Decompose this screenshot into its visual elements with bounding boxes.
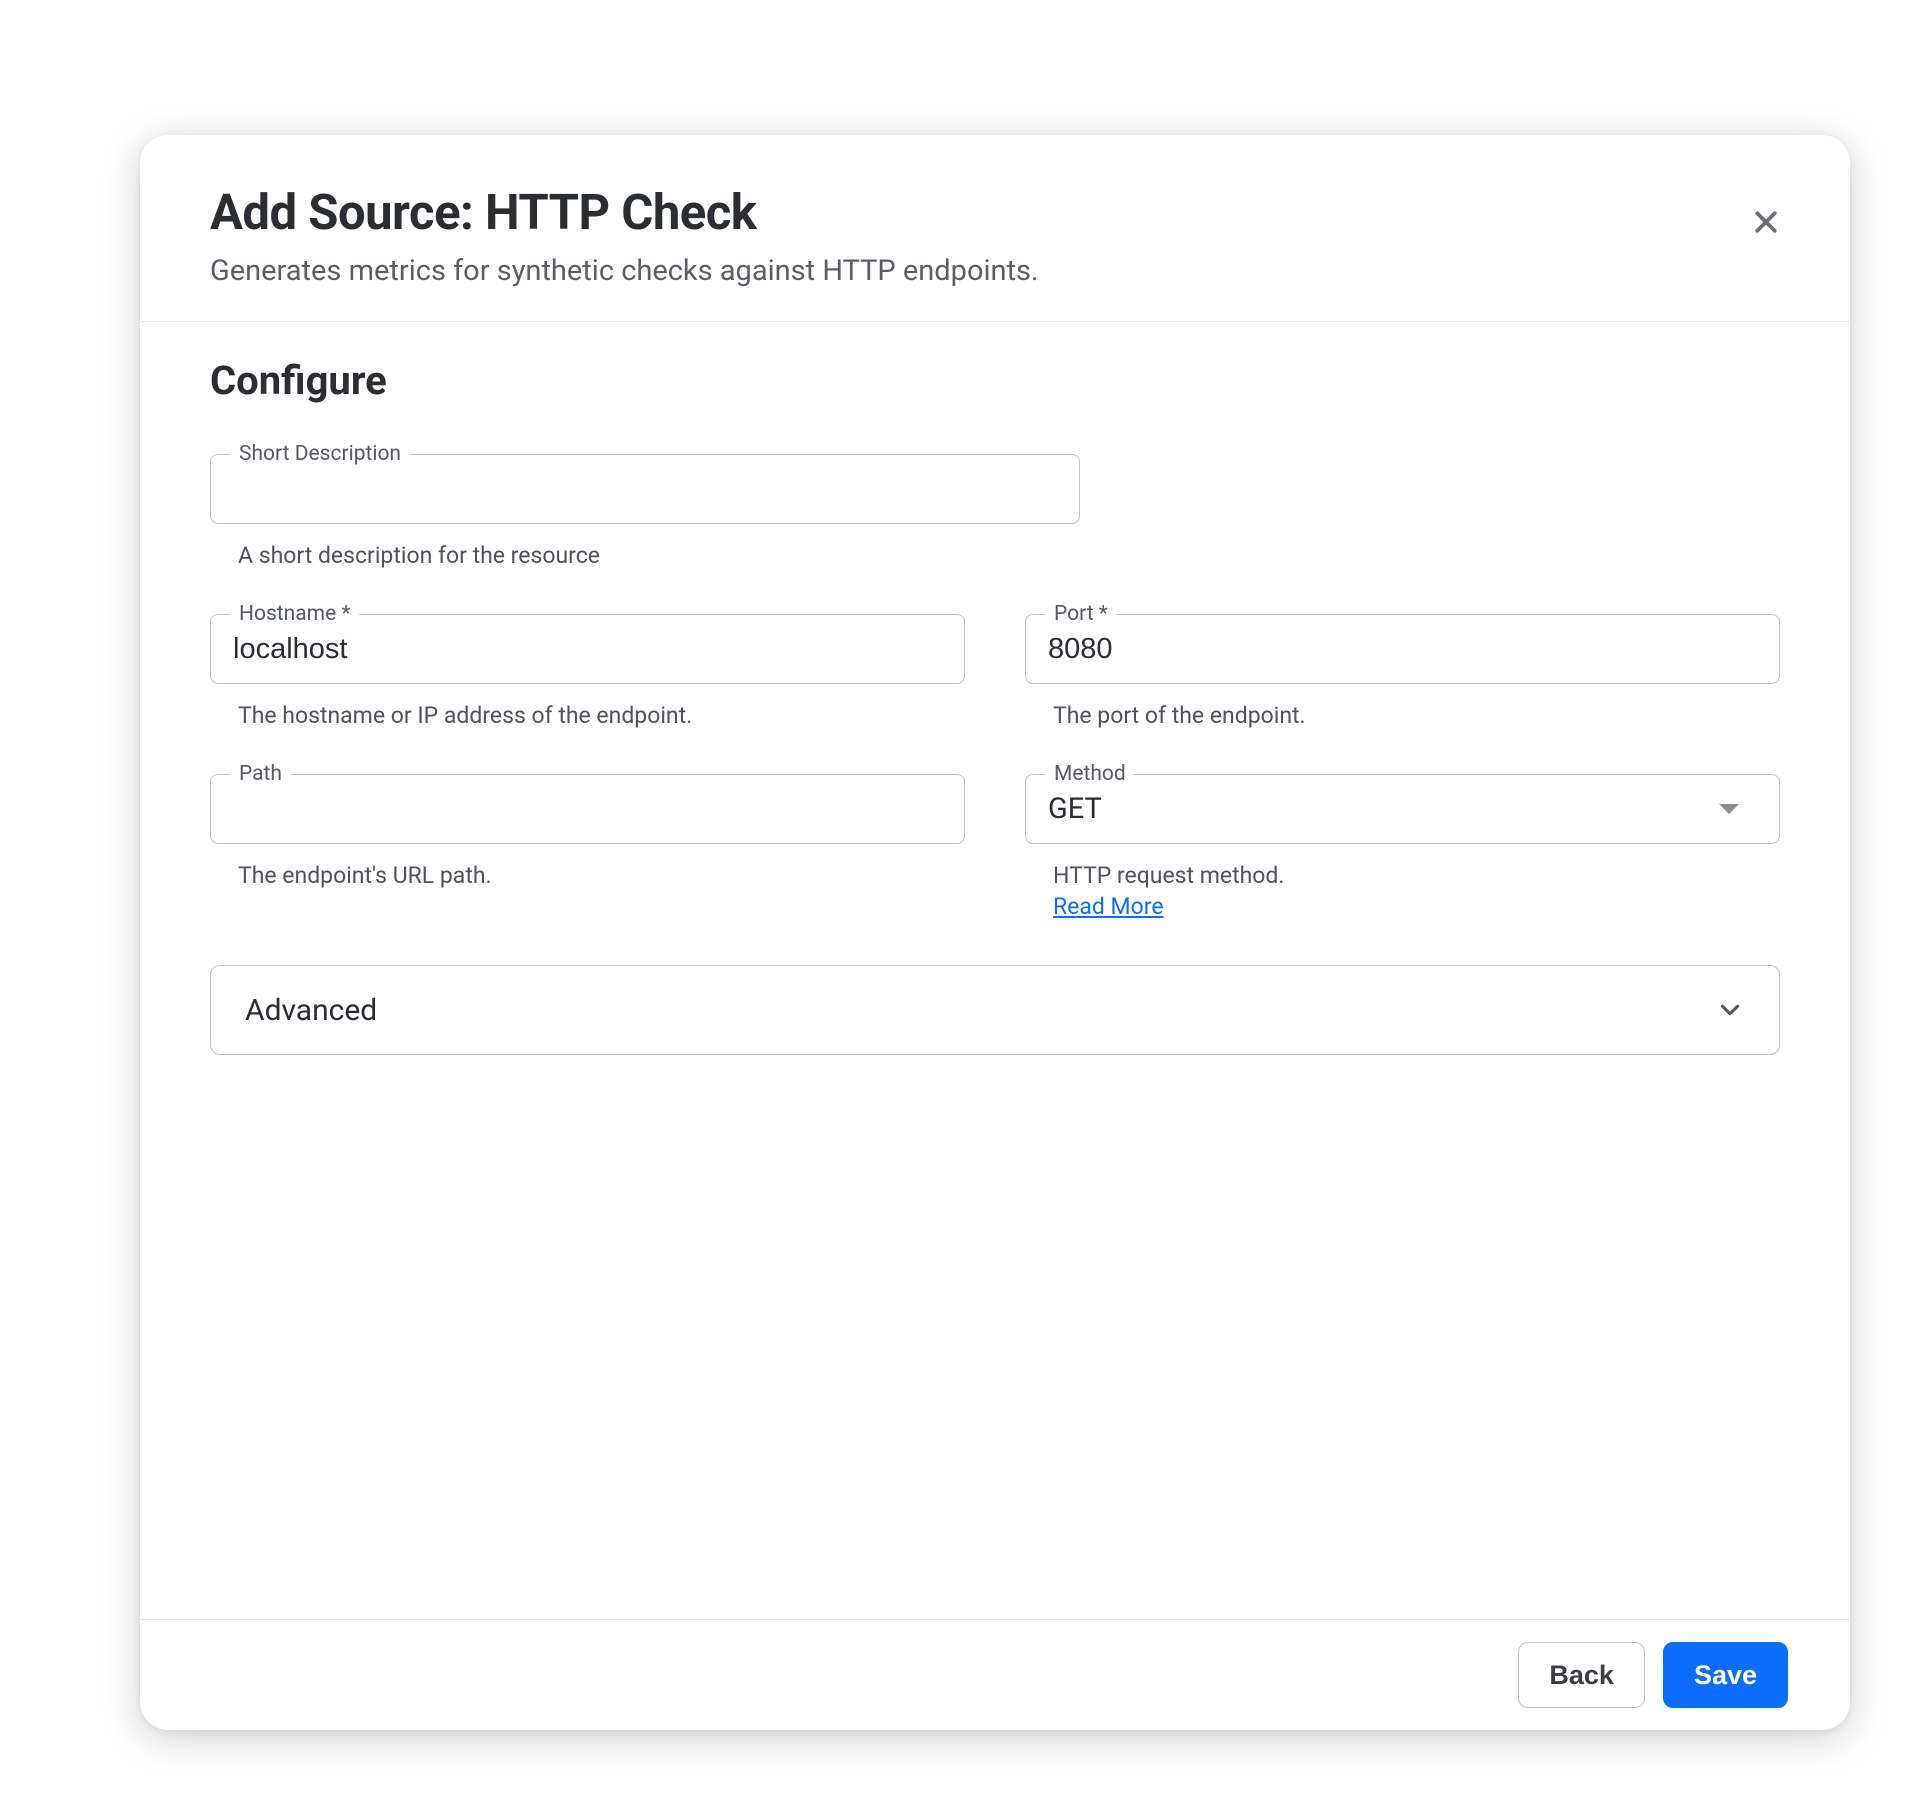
field-label-path: Path	[231, 762, 290, 786]
back-button[interactable]: Back	[1518, 1642, 1645, 1708]
field-group-hostname: Hostname * The hostname or IP address of…	[210, 614, 965, 729]
method-select[interactable]: GET	[1026, 775, 1779, 843]
close-button[interactable]	[1744, 200, 1788, 244]
section-title-configure: Configure	[210, 357, 1780, 404]
field-help-hostname: The hostname or IP address of the endpoi…	[210, 702, 965, 729]
dialog-body[interactable]: Configure Short Description A short desc…	[140, 322, 1850, 1619]
field-label-method: Method	[1046, 762, 1134, 786]
dialog-footer: Back Save	[140, 1619, 1850, 1730]
advanced-accordion-title: Advanced	[245, 993, 377, 1028]
field-wrap: Port *	[1025, 614, 1780, 684]
field-group-path: Path The endpoint's URL path.	[210, 774, 965, 920]
save-button[interactable]: Save	[1663, 1642, 1788, 1708]
field-wrap: Hostname *	[210, 614, 965, 684]
method-select-value: GET	[1048, 792, 1102, 826]
field-help-method: HTTP request method.	[1025, 862, 1780, 889]
field-label-port: Port *	[1046, 602, 1116, 626]
field-label-short-description: Short Description	[231, 442, 409, 466]
dialog-header: Add Source: HTTP Check Generates metrics…	[140, 135, 1850, 322]
path-input[interactable]	[211, 775, 964, 843]
advanced-accordion[interactable]: Advanced	[210, 965, 1780, 1055]
method-read-more-link[interactable]: Read More	[1025, 893, 1164, 920]
field-group-method: Method GET HTTP request method. Read Mor…	[1025, 774, 1780, 920]
field-wrap: Path	[210, 774, 965, 844]
dialog-title: Add Source: HTTP Check	[210, 185, 1780, 241]
field-help-short-description: A short description for the resource	[210, 542, 1080, 569]
dialog-subtitle: Generates metrics for synthetic checks a…	[210, 253, 1780, 291]
chevron-down-icon	[1715, 995, 1745, 1025]
field-group-port: Port * The port of the endpoint.	[1025, 614, 1780, 729]
dropdown-caret-icon	[1719, 804, 1739, 814]
close-icon	[1751, 207, 1781, 237]
add-source-dialog: Add Source: HTTP Check Generates metrics…	[140, 135, 1850, 1730]
field-group-short-description: Short Description A short description fo…	[210, 454, 1080, 569]
field-label-hostname: Hostname *	[231, 602, 359, 626]
field-help-path: The endpoint's URL path.	[210, 862, 965, 889]
field-wrap: Short Description	[210, 454, 1080, 524]
field-wrap: Method GET	[1025, 774, 1780, 844]
field-help-port: The port of the endpoint.	[1025, 702, 1780, 729]
port-input[interactable]	[1026, 615, 1779, 683]
